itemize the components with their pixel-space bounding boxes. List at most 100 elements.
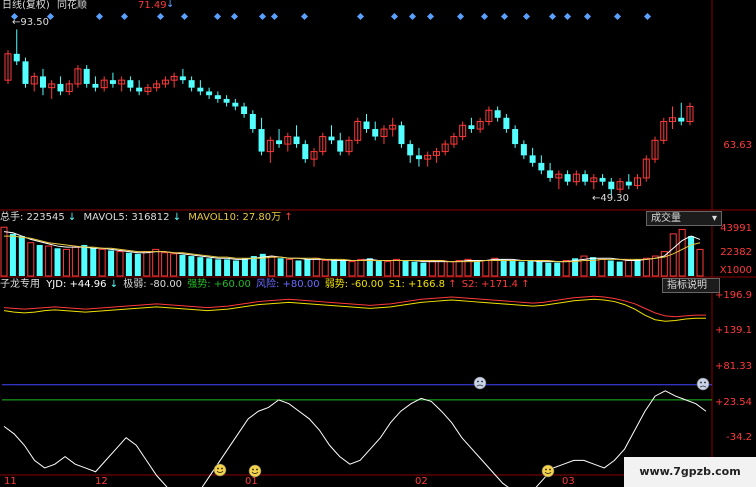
face-eye [477, 380, 479, 383]
candle-body-down [109, 80, 116, 84]
volume-bar-up [428, 261, 436, 277]
face-eye [549, 468, 551, 471]
yjd-label: YJD: +44.96 [46, 279, 107, 290]
smiley-face-icon [541, 464, 555, 478]
s1-label: S1: +166.8 [388, 279, 445, 290]
indicator-help-button[interactable]: 指标说明 [662, 278, 720, 293]
period-title[interactable]: 日线(复权) [2, 0, 50, 11]
candle-body-down [179, 76, 186, 81]
up-arrow-icon: ↑ [284, 212, 293, 223]
volume-bar-down [90, 248, 97, 276]
volume-bar-down [616, 261, 623, 276]
time-label-01: 01 [245, 476, 258, 487]
volume-bar-down [224, 259, 231, 276]
s2-label: S2: +171.4 [461, 279, 519, 290]
signal-diamond [583, 12, 592, 21]
volume-bar-down [108, 250, 115, 276]
high-price-value: 93.50 [20, 17, 50, 28]
volume-bar-up [312, 257, 320, 277]
dropdown-triangle-icon: ▾ [711, 213, 717, 224]
volume-bar-down [411, 261, 418, 276]
candle-body-down [415, 155, 422, 160]
volume-bar-up [170, 253, 178, 277]
volume-bar-up [651, 255, 659, 277]
chart-window: 日线(复权) 同花顺 71.49 ↓ ←93.50 ←49.30 63.63 总… [0, 0, 756, 487]
volume-bar-down [518, 261, 525, 276]
volume-bar-up [161, 252, 169, 277]
down-arrow-icon: ↓ [166, 0, 175, 10]
candle-body-down [57, 83, 64, 92]
signal-diamond [300, 12, 309, 21]
candle-body-down [13, 53, 20, 62]
time-label-03: 03 [562, 476, 575, 487]
indicator-axis-5: -34.2 [726, 432, 752, 443]
volume-bar-up [71, 246, 79, 277]
volume-bar-up [625, 259, 633, 277]
candle-body-down [232, 102, 239, 107]
volume-bar-down [188, 256, 195, 276]
sad-face-icon [696, 377, 710, 391]
volume-bar-down [509, 260, 516, 276]
candle-body-down [468, 125, 475, 130]
indicator-name[interactable]: 子龙专用 [0, 279, 40, 290]
up-arrow-icon: ↑ [448, 279, 457, 290]
down-arrow-icon: ↓ [109, 279, 119, 290]
candle-body-down [206, 91, 213, 96]
s1-line [3, 298, 706, 322]
down-arrow-icon: ↓ [172, 212, 182, 223]
candle-body-down [249, 114, 256, 130]
up-arrow-icon: ↑ [521, 279, 530, 290]
price-panel-header: 日线(复权) 同花顺 [2, 0, 87, 12]
volume-panel-header: 总手: 223545 ↓ MAVOL5: 316812 ↓ MAVOL10: 2… [0, 212, 293, 224]
signal-diamond [456, 12, 465, 21]
volume-bar-up [598, 258, 606, 277]
candle-body-down [337, 140, 344, 152]
signal-diamond [120, 12, 129, 21]
face-eye [252, 468, 254, 471]
volume-bar-down [420, 262, 427, 276]
volume-label: 总手: 223545 [0, 212, 65, 223]
volume-bar-up [482, 259, 490, 277]
volume-bar-down [545, 262, 552, 276]
low-price-value: 49.30 [600, 193, 630, 204]
volume-bar-up [143, 251, 151, 277]
time-label-12: 12 [95, 476, 108, 487]
candle-body-down [127, 80, 134, 88]
indicator-panel-header: 子龙专用 YJD: +44.96 ↓ 极弱: -80.00 强势: +60.00… [0, 279, 530, 291]
face-eye [704, 381, 706, 384]
volume-bar-up [437, 259, 445, 277]
candle-body-down [372, 129, 379, 137]
face-eye [221, 467, 223, 470]
candle-body-down [302, 144, 309, 160]
candle-body-down [276, 140, 283, 145]
candle-body-down [197, 87, 204, 92]
candle-body-down [83, 68, 90, 84]
yjd-line [3, 390, 707, 487]
smiley-face-icon [213, 463, 227, 477]
volume-bar-up [286, 258, 294, 277]
volume-bar-down [197, 257, 204, 276]
volume-bar-down [250, 256, 257, 276]
volume-bar-up [98, 248, 106, 277]
candle-body-down [529, 155, 536, 163]
candle-body-down [625, 181, 632, 186]
volume-bar-up [455, 259, 463, 277]
volume-bar-up [393, 258, 401, 277]
volume-bar-up [116, 251, 124, 277]
signal-diamond [522, 12, 531, 21]
volume-bar-up [152, 248, 160, 277]
volume-bar-down [241, 258, 248, 276]
watermark: www.7gpzb.com [624, 457, 756, 487]
volume-bar-down [9, 233, 16, 276]
volume-bar-down [554, 262, 561, 276]
volume-bar-down [125, 252, 132, 276]
volume-indicator-select[interactable]: 成交量 ▾ [646, 211, 722, 226]
volume-bar-up [642, 257, 650, 277]
volume-bar-up [357, 258, 365, 277]
volume-axis-top: 43991 [720, 223, 752, 234]
candle-body-down [363, 121, 370, 130]
signal-diamond [500, 12, 509, 21]
signal-diamond [563, 12, 572, 21]
signal-diamond [408, 12, 417, 21]
signal-diamond [613, 12, 622, 21]
